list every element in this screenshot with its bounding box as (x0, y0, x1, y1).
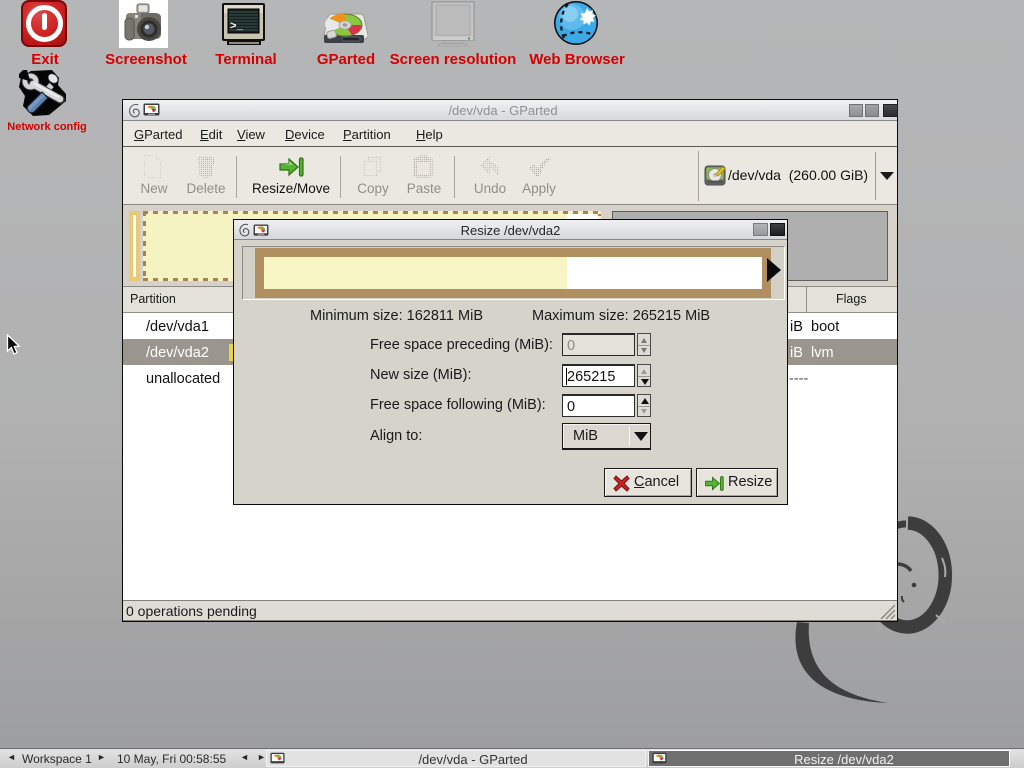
svg-text:>_: >_ (230, 21, 244, 33)
